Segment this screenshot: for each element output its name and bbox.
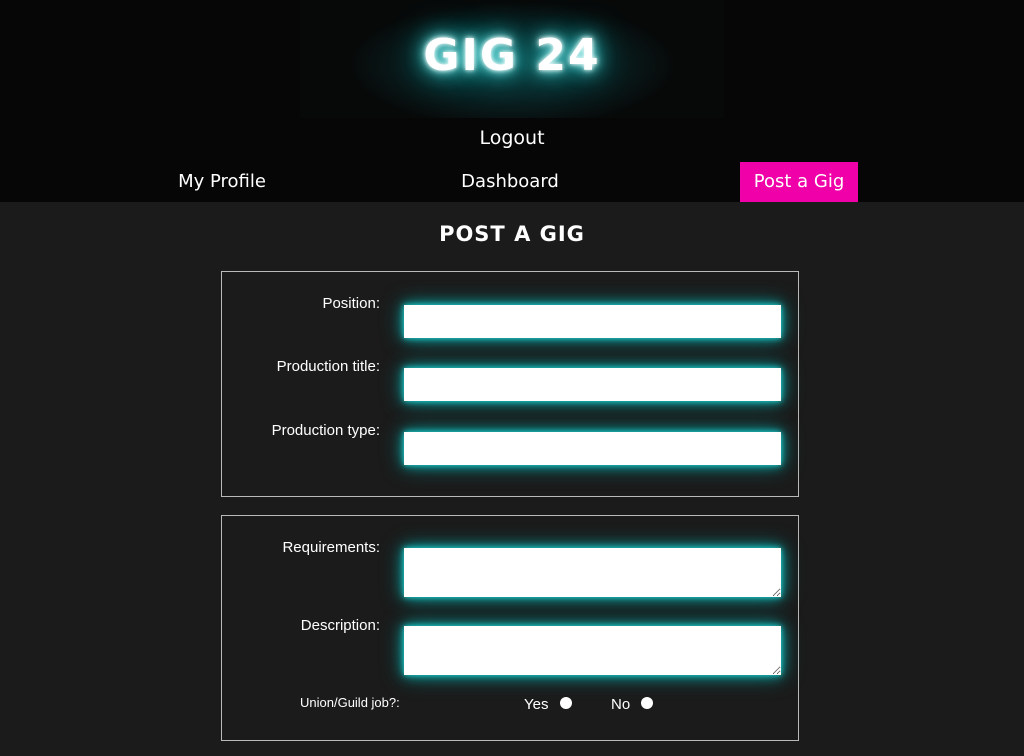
union-yes-radio[interactable]	[560, 697, 572, 709]
site-logo[interactable]: GIG 24	[300, 30, 724, 81]
yes-label: Yes	[524, 696, 549, 713]
production-type-input[interactable]	[404, 432, 781, 465]
site-header: GIG 24 Logout My Profile Dashboard Post …	[0, 0, 1024, 202]
nav-post-a-gig[interactable]: Post a Gig	[740, 162, 858, 202]
production-title-input[interactable]	[404, 368, 781, 401]
description-label: Description:	[300, 617, 380, 634]
requirements-textarea[interactable]	[404, 548, 781, 597]
union-guild-label: Union/Guild job?:	[300, 695, 400, 710]
nav-dashboard[interactable]: Dashboard	[445, 162, 575, 202]
requirements-label: Requirements:	[282, 539, 380, 556]
description-textarea[interactable]	[404, 626, 781, 675]
union-no-radio[interactable]	[641, 697, 653, 709]
logout-link[interactable]: Logout	[462, 127, 562, 149]
logo-banner: GIG 24	[300, 0, 724, 118]
position-label: Position:	[322, 295, 380, 312]
nav-my-profile[interactable]: My Profile	[162, 162, 282, 202]
position-input[interactable]	[404, 305, 781, 338]
production-type-label: Production type:	[271, 422, 380, 439]
page-title: POST A GIG	[439, 222, 585, 246]
production-title-label: Production title:	[276, 358, 380, 375]
no-label: No	[611, 696, 631, 713]
